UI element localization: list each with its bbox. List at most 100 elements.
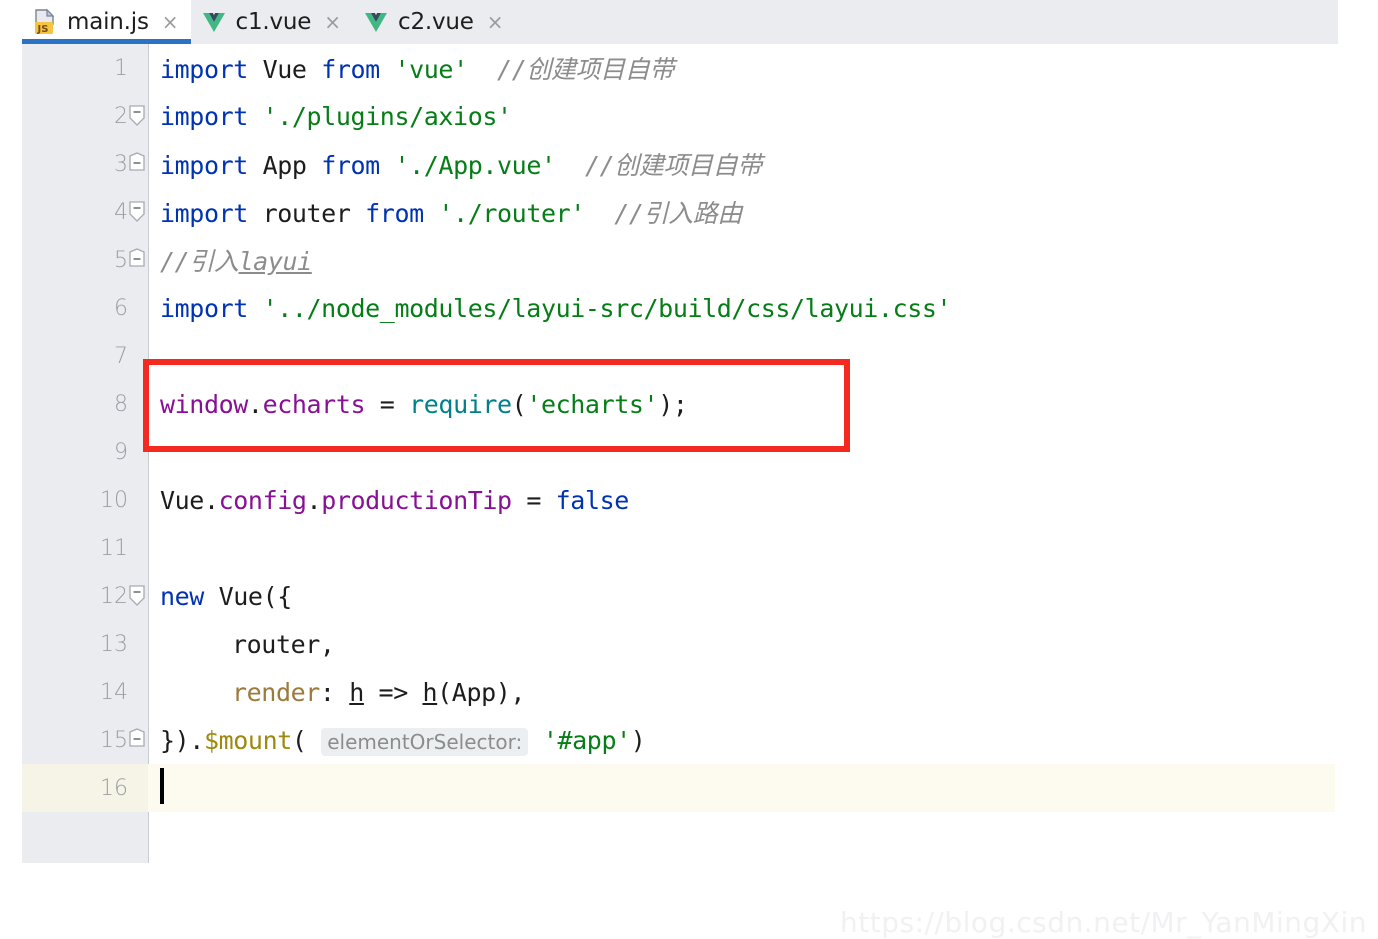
token-comment: //引入 <box>160 247 239 276</box>
token-keyword: import <box>160 199 248 228</box>
code-text: }).$mount( elementOrSelector: '#app') <box>160 725 646 756</box>
code-line-row-highlighted[interactable]: 8 window.echarts = require('echarts'); <box>0 380 1378 428</box>
line-number: 4 <box>114 199 128 225</box>
token-string: '../node_modules/layui-src/build/css/lay… <box>262 293 952 323</box>
token-string: './App.vue' <box>394 151 556 180</box>
fold-collapse-icon[interactable] <box>126 200 148 224</box>
token-comment-underlined: layui <box>238 247 313 276</box>
token-comment: //创建项目自带 <box>584 151 762 180</box>
token-keyword: import <box>160 101 248 131</box>
token-keyword: from <box>321 151 380 180</box>
active-line-highlight <box>148 764 1335 812</box>
code-text: import './plugins/axios' <box>160 102 512 131</box>
code-text: //引入layui <box>160 242 312 278</box>
tab-label: c2.vue <box>398 9 474 35</box>
token-identifier: App <box>262 151 307 180</box>
code-text: import router from './router' //引入路由 <box>160 194 742 230</box>
line-number: 7 <box>114 343 128 369</box>
code-text: import Vue from 'vue' //创建项目自带 <box>160 50 674 86</box>
code-line-row[interactable]: 3 import App from './App.vue' //创建项目自带 <box>0 140 1378 188</box>
line-number: 13 <box>100 631 128 657</box>
code-line-row[interactable]: 7 <box>0 332 1378 380</box>
code-text: router, <box>232 629 335 659</box>
token-property: config <box>218 485 307 515</box>
token-parameter: h <box>349 677 364 707</box>
code-text: new Vue({ <box>160 582 292 611</box>
fold-collapse-icon[interactable] <box>126 248 148 272</box>
line-number: 3 <box>114 151 128 177</box>
token-string: 'echarts' <box>526 389 659 419</box>
tab-label: main.js <box>67 9 149 35</box>
fold-collapse-icon[interactable] <box>126 584 148 608</box>
close-icon[interactable]: × <box>487 12 504 32</box>
token-comment: //创建项目自带 <box>497 55 674 84</box>
line-number: 14 <box>100 679 128 705</box>
close-icon[interactable]: × <box>162 12 179 32</box>
code-lines[interactable]: 1 import Vue from 'vue' //创建项目自带 2 impor… <box>0 44 1378 863</box>
line-number: 2 <box>114 103 128 129</box>
editor-tab-bar: JS main.js × c1.vue × c2.vue × <box>0 0 1338 44</box>
token-keyword: false <box>555 485 630 515</box>
line-number: 15 <box>100 727 128 753</box>
line-number: 9 <box>114 439 128 465</box>
token-function: $mount <box>203 725 292 755</box>
tab-label: c1.vue <box>235 9 312 35</box>
tab-main-js[interactable]: JS main.js × <box>22 0 191 44</box>
code-line-row[interactable]: 11 <box>0 524 1378 572</box>
line-number: 8 <box>114 391 128 417</box>
line-number: 16 <box>100 775 128 801</box>
token-comment: //引入路由 <box>614 199 742 228</box>
code-line-row[interactable]: 10 Vue.config.productionTip = false <box>0 476 1378 524</box>
line-number: 10 <box>100 487 128 513</box>
code-line-row[interactable]: 4 import router from './router' //引入路由 <box>0 188 1378 236</box>
line-number: 12 <box>100 583 128 609</box>
text-caret <box>160 768 164 804</box>
code-text: window.echarts = require('echarts'); <box>160 389 688 419</box>
fold-collapse-icon[interactable] <box>126 152 148 176</box>
tab-c1-vue[interactable]: c1.vue × <box>191 0 354 44</box>
code-line-row[interactable]: 1 import Vue from 'vue' //创建项目自带 <box>0 44 1378 92</box>
token-keyword: new <box>160 581 204 611</box>
inlay-parameter-hint: elementOrSelector: <box>321 727 529 756</box>
code-line-row[interactable]: 2 import './plugins/axios' <box>0 92 1378 140</box>
watermark-text: https://blog.csdn.net/Mr_YanMingXin <box>840 906 1367 939</box>
line-number: 6 <box>114 295 128 321</box>
token-keyword: import <box>160 55 248 84</box>
tab-c2-vue[interactable]: c2.vue × <box>353 0 516 44</box>
token-identifier: router <box>262 199 351 228</box>
code-text: render: h => h(App), <box>232 677 526 707</box>
line-number: 5 <box>114 247 128 273</box>
vue-file-icon <box>363 8 389 36</box>
code-text: import App from './App.vue' //创建项目自带 <box>160 146 762 182</box>
token-keyword: from <box>321 55 380 84</box>
token-property-label: render <box>232 677 320 707</box>
tabbar-left-padding <box>0 0 22 44</box>
line-number: 11 <box>100 535 128 561</box>
token-property: echarts <box>262 389 366 419</box>
code-line-row[interactable]: 13 router, <box>0 620 1378 668</box>
token-identifier: Vue <box>262 55 307 84</box>
code-line-row[interactable]: 5 //引入layui <box>0 236 1378 284</box>
token-object: window <box>160 389 248 419</box>
code-line-row[interactable]: 12 new Vue({ <box>0 572 1378 620</box>
code-line-row[interactable]: 9 <box>0 428 1378 476</box>
close-icon[interactable]: × <box>324 12 341 32</box>
token-keyword: from <box>365 199 424 228</box>
code-line-row-active[interactable]: 16 <box>0 764 1378 812</box>
token-string: '#app' <box>542 725 631 755</box>
svg-text:JS: JS <box>37 24 49 35</box>
code-line-row[interactable]: 14 render: h => h(App), <box>0 668 1378 716</box>
code-line-row[interactable]: 6 import '../node_modules/layui-src/buil… <box>0 284 1378 332</box>
token-keyword: import <box>160 293 248 323</box>
token-string: './router' <box>438 199 585 228</box>
fold-collapse-icon[interactable] <box>126 104 148 128</box>
code-text: import '../node_modules/layui-src/build/… <box>160 293 952 323</box>
code-line-row[interactable]: 15 }).$mount( elementOrSelector: '#app') <box>0 716 1378 764</box>
fold-collapse-icon[interactable] <box>126 728 148 752</box>
code-text <box>160 768 164 806</box>
code-editor[interactable]: 1 import Vue from 'vue' //创建项目自带 2 impor… <box>0 44 1378 939</box>
vue-file-icon <box>201 8 227 36</box>
code-text: Vue.config.productionTip = false <box>160 485 630 515</box>
token-property: productionTip <box>321 485 512 515</box>
token-parameter: h <box>422 677 438 707</box>
